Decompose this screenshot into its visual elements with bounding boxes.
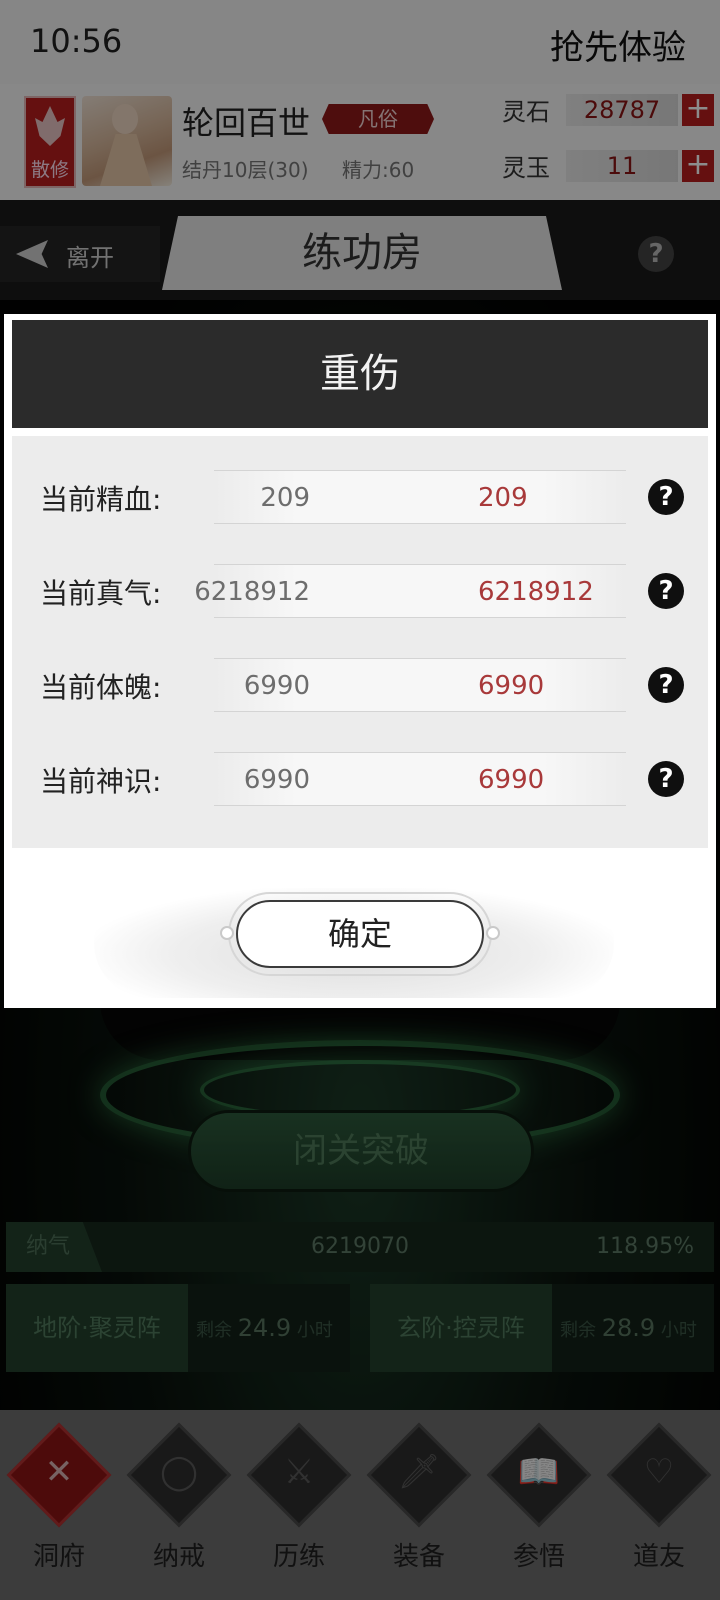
help-icon[interactable]: ? bbox=[648, 667, 684, 703]
stat-track: 6218912 6218912 bbox=[194, 564, 626, 618]
stat-row-essence-blood: 当前精血: 209 209 ? bbox=[12, 470, 708, 524]
help-icon[interactable]: ? bbox=[648, 573, 684, 609]
stat-current: 209 bbox=[260, 483, 310, 513]
confirm-button[interactable]: 确定 bbox=[236, 900, 484, 968]
stat-row-physique: 当前体魄: 6990 6990 ? bbox=[12, 658, 708, 712]
stat-track: 209 209 bbox=[214, 470, 626, 524]
stat-max: 209 bbox=[478, 483, 528, 513]
dialog-header: 重伤 bbox=[12, 320, 708, 428]
dialog-title: 重伤 bbox=[320, 351, 400, 397]
frame-dot bbox=[220, 926, 234, 940]
frame-dot bbox=[486, 926, 500, 940]
stat-row-true-qi: 当前真气: 6218912 6218912 ? bbox=[12, 564, 708, 618]
stat-row-spirit-sense: 当前神识: 6990 6990 ? bbox=[12, 752, 708, 806]
stat-track: 6990 6990 bbox=[214, 752, 626, 806]
help-icon[interactable]: ? bbox=[648, 761, 684, 797]
stat-current: 6990 bbox=[243, 671, 310, 701]
stat-current: 6218912 bbox=[194, 577, 310, 607]
dialog-body: 当前精血: 209 209 ? 当前真气: 6218912 6218912 ? … bbox=[12, 436, 708, 848]
severe-injury-dialog: 重伤 当前精血: 209 209 ? 当前真气: 6218912 6218912… bbox=[4, 314, 716, 1008]
stat-max: 6990 bbox=[478, 671, 545, 701]
help-icon[interactable]: ? bbox=[648, 479, 684, 515]
stat-max: 6218912 bbox=[478, 577, 594, 607]
confirm-label: 确定 bbox=[327, 915, 392, 953]
stat-track: 6990 6990 bbox=[214, 658, 626, 712]
stat-max: 6990 bbox=[478, 765, 545, 795]
stat-current: 6990 bbox=[243, 765, 310, 795]
